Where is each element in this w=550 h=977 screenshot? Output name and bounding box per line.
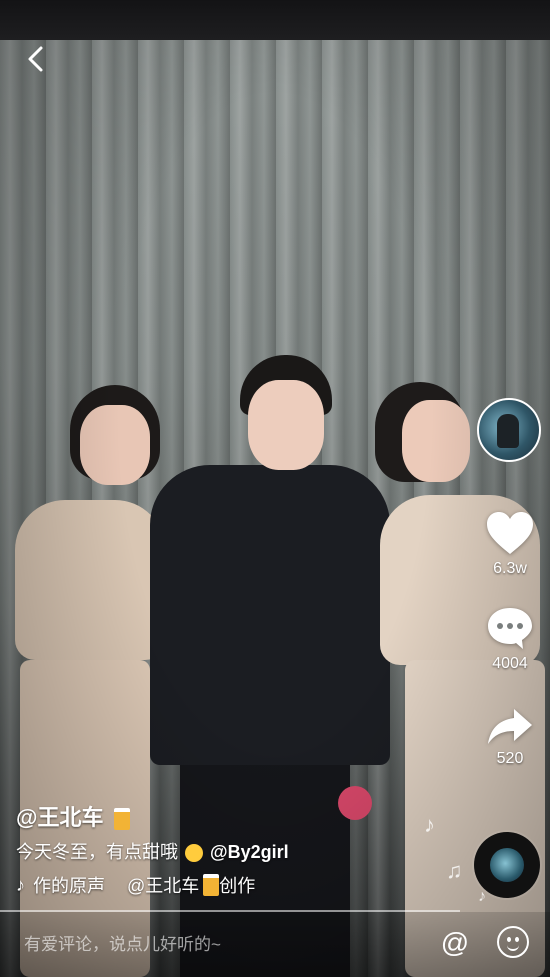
heart-icon <box>487 512 533 554</box>
comment-input[interactable] <box>22 930 406 960</box>
smiley-icon-mouth <box>507 942 519 951</box>
like-count: 6.3w <box>493 560 527 577</box>
music-disc-cover <box>490 848 524 882</box>
chevron-left-icon <box>28 46 43 72</box>
author-avatar[interactable] <box>477 398 541 462</box>
music-note-icon: ♪ <box>478 888 486 905</box>
speech-bubble-icon <box>488 608 532 649</box>
share-count: 520 <box>496 750 524 767</box>
music-prefix: 作的原声 <box>33 876 105 896</box>
music-disc[interactable] <box>474 832 540 898</box>
beer-emoji <box>203 874 220 896</box>
comment-button[interactable]: 4004 <box>470 605 550 673</box>
author-handle[interactable]: @王北车 <box>16 800 130 832</box>
video-caption: 今天冬至，有点甜哦 @By2girl <box>16 838 289 864</box>
author-handle-text: @王北车 <box>16 805 104 830</box>
smiley-emoji <box>185 844 204 863</box>
vignette-overlay <box>0 40 550 977</box>
beer-emoji <box>113 808 130 831</box>
caption-mention[interactable]: @By2girl <box>210 842 289 862</box>
mention-button[interactable]: @ <box>438 926 472 960</box>
comment-count: 4004 <box>492 655 528 672</box>
music-author: @王北车 <box>127 876 200 896</box>
music-suffix: 创作 <box>219 876 256 896</box>
status-area <box>0 0 550 40</box>
music-note-icon: ♪ <box>16 874 25 895</box>
share-button[interactable]: 520 <box>470 706 550 768</box>
emoji-button[interactable] <box>497 926 529 958</box>
back-button[interactable] <box>20 42 50 76</box>
share-arrow-icon <box>488 709 532 744</box>
avatar-figure <box>497 414 519 448</box>
caption-text: 今天冬至，有点甜哦 <box>16 842 178 862</box>
music-info[interactable]: ♪ 作的原声 @王北车 创作 <box>16 872 255 898</box>
music-note-icon: ♫ <box>446 858 463 883</box>
like-button[interactable]: 6.3w <box>470 510 550 578</box>
music-note-icon: ♪ <box>424 812 435 837</box>
